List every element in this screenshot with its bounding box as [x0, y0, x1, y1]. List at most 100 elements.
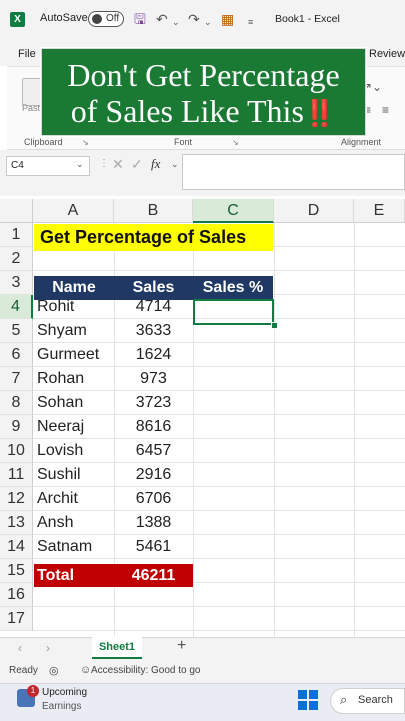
cell-sales[interactable]: 973: [114, 367, 193, 391]
formula-input[interactable]: [182, 154, 405, 190]
select-all-corner[interactable]: [0, 199, 33, 223]
search-icon[interactable]: ⌕: [340, 692, 347, 708]
chevron-right-icon[interactable]: ›: [46, 641, 50, 655]
cell-name[interactable]: Neeraj: [34, 415, 114, 439]
save-icon[interactable]: 🖫: [134, 11, 146, 27]
row-header-14[interactable]: 14: [0, 535, 33, 559]
sheet-title-cell[interactable]: Get Percentage of Sales: [34, 224, 273, 251]
row-header-10[interactable]: 10: [0, 439, 33, 463]
search-label[interactable]: Search: [358, 694, 393, 706]
cell-sales[interactable]: 1388: [114, 511, 193, 535]
undo-icon[interactable]: ↶: [156, 11, 168, 27]
column-gridline: [274, 223, 275, 637]
cell-name[interactable]: Rohan: [34, 367, 114, 391]
double-exclamation-icon: ‼️: [303, 99, 337, 129]
cell-sales[interactable]: 5461: [114, 535, 193, 559]
cell-name[interactable]: Gurmeet: [34, 343, 114, 367]
dialog-launcher-icon[interactable]: ↘: [232, 138, 239, 147]
group-alignment-label: Alignment: [341, 137, 382, 147]
cancel-icon[interactable]: ✕: [112, 156, 124, 173]
function-dropdown-icon[interactable]: ⌄: [171, 159, 179, 170]
accessibility-status[interactable]: Accessibility: Good to go: [91, 665, 201, 676]
table-icon[interactable]: ▦: [221, 11, 234, 27]
cell-sales[interactable]: 3633: [114, 319, 193, 343]
status-ready: Ready: [9, 665, 38, 676]
increase-indent-icon[interactable]: ≡: [382, 103, 389, 117]
row-gridline: [33, 270, 405, 271]
notification-badge: 1: [27, 685, 39, 697]
excel-app-icon: X: [10, 12, 25, 27]
active-cell-border[interactable]: [193, 299, 274, 325]
total-label[interactable]: Total: [34, 564, 114, 588]
cell-name[interactable]: Satnam: [34, 535, 114, 559]
undo-dropdown-icon[interactable]: ⌄: [172, 14, 180, 30]
cell-name[interactable]: Lovish: [34, 439, 114, 463]
row-header-8[interactable]: 8: [0, 391, 33, 415]
total-value[interactable]: 46211: [114, 564, 193, 588]
row-header-13[interactable]: 13: [0, 511, 33, 535]
column-header-e[interactable]: E: [354, 199, 405, 223]
tab-review[interactable]: Review: [369, 48, 405, 60]
toggle-knob: [92, 14, 102, 24]
header-sales-pct[interactable]: Sales %: [193, 276, 273, 300]
banner-line-2: of Sales Like This‼️: [42, 93, 365, 132]
row-header-11[interactable]: 11: [0, 463, 33, 487]
banner-line-1: Don't Get Percentage: [67, 57, 340, 93]
windows-start-icon[interactable]: [298, 690, 318, 710]
row-header-16[interactable]: 16: [0, 583, 33, 607]
widget-title[interactable]: Upcoming: [42, 687, 87, 698]
cell-name[interactable]: Archit: [34, 487, 114, 511]
cell-sales[interactable]: 8616: [114, 415, 193, 439]
cell-name[interactable]: Ansh: [34, 511, 114, 535]
cell-sales[interactable]: 2916: [114, 463, 193, 487]
widget-subtitle[interactable]: Earnings: [42, 701, 81, 712]
tab-file[interactable]: File: [18, 48, 36, 60]
document-title: Book1 - Excel: [275, 13, 340, 25]
autosave-toggle[interactable]: Off: [88, 11, 124, 27]
cell-sales[interactable]: 4714: [114, 295, 193, 319]
more-icon: ⋮: [99, 158, 109, 169]
column-header-c[interactable]: C: [193, 199, 274, 223]
row-header-2[interactable]: 2: [0, 247, 33, 271]
row-header-3[interactable]: 3: [0, 271, 33, 295]
chevron-left-icon[interactable]: ‹: [18, 641, 22, 655]
title-banner: Don't Get Percentage of Sales Like This‼…: [41, 48, 366, 136]
column-gridline: [354, 223, 355, 637]
enter-icon[interactable]: ✓: [131, 156, 143, 173]
redo-icon[interactable]: ↷: [188, 11, 200, 27]
insert-function-icon[interactable]: fx: [151, 156, 160, 172]
row-header-4[interactable]: 4: [0, 295, 33, 319]
customize-dropdown-icon[interactable]: ≡: [248, 14, 253, 30]
add-sheet-button[interactable]: +: [177, 637, 186, 655]
accessibility-icon[interactable]: ☺: [80, 664, 91, 676]
dialog-launcher-icon[interactable]: ↘: [82, 138, 89, 147]
cell-name[interactable]: Rohit: [34, 295, 114, 319]
cell-name[interactable]: Shyam: [34, 319, 114, 343]
row-gridline: [33, 606, 405, 607]
sheet-tab-bar: [0, 637, 405, 662]
cell-sales[interactable]: 3723: [114, 391, 193, 415]
fill-handle[interactable]: [271, 322, 278, 329]
name-box-dropdown-icon[interactable]: ⌄: [76, 159, 84, 170]
row-gridline: [33, 630, 405, 631]
cell-name[interactable]: Sushil: [34, 463, 114, 487]
redo-dropdown-icon[interactable]: ⌄: [204, 14, 212, 30]
camera-icon[interactable]: ◎: [49, 664, 59, 677]
cell-sales[interactable]: 1624: [114, 343, 193, 367]
column-header-d[interactable]: D: [274, 199, 354, 223]
row-header-15[interactable]: 15: [0, 559, 33, 583]
cell-name[interactable]: Sohan: [34, 391, 114, 415]
column-header-b[interactable]: B: [114, 199, 193, 223]
cell-sales[interactable]: 6457: [114, 439, 193, 463]
row-header-9[interactable]: 9: [0, 415, 33, 439]
row-header-6[interactable]: 6: [0, 343, 33, 367]
row-header-17[interactable]: 17: [0, 607, 33, 631]
sheet-tab-sheet1[interactable]: Sheet1: [92, 637, 142, 659]
status-bar: [0, 661, 405, 683]
column-header-a[interactable]: A: [33, 199, 114, 223]
row-header-7[interactable]: 7: [0, 367, 33, 391]
row-header-12[interactable]: 12: [0, 487, 33, 511]
cell-sales[interactable]: 6706: [114, 487, 193, 511]
row-header-5[interactable]: 5: [0, 319, 33, 343]
row-header-1[interactable]: 1: [0, 223, 33, 247]
